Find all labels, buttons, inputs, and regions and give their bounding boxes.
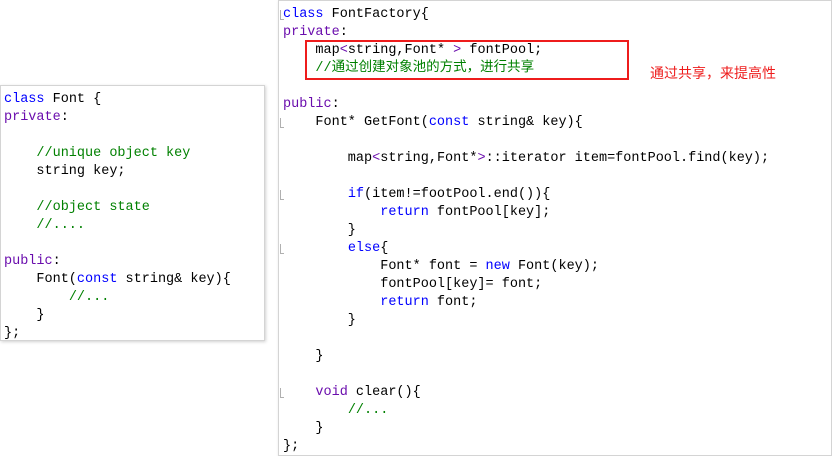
code-token: return xyxy=(380,205,429,220)
fold-marker xyxy=(280,388,284,398)
code-token: string& key){ xyxy=(469,115,583,130)
code-token: Font( xyxy=(4,272,77,287)
code-line: }; xyxy=(283,438,299,456)
code-token: string,Font* xyxy=(380,151,478,166)
code-line: } xyxy=(283,348,324,366)
code-line: Font* GetFont(const string& key){ xyxy=(283,114,583,132)
fold-marker xyxy=(280,118,284,128)
code-token: else xyxy=(347,241,381,256)
code-token: return xyxy=(380,295,429,310)
code-line: fontPool[key]= font; xyxy=(283,276,542,294)
code-token: FontFactory{ xyxy=(323,7,429,22)
code-token: private xyxy=(4,110,61,125)
code-token: Font* font = xyxy=(283,259,486,274)
code-token: class xyxy=(4,92,45,107)
code-token: //... xyxy=(68,290,110,305)
code-line: return font; xyxy=(283,294,477,312)
code-line: Font* font = new Font(key); xyxy=(283,258,599,276)
code-token: fontPool[key]; xyxy=(428,205,551,220)
code-line: //unique object key xyxy=(4,145,190,163)
code-token: public xyxy=(4,254,53,269)
code-token: fontPool[key]= font; xyxy=(283,277,543,292)
code-line: //object state xyxy=(4,199,150,217)
code-line: else{ xyxy=(283,240,389,258)
code-token: ::iterator item=fontPool.find(key); xyxy=(485,151,770,166)
code-token: } xyxy=(283,313,356,328)
code-token: (item!=footPool.end()){ xyxy=(364,187,551,202)
code-token: string key; xyxy=(4,164,126,179)
fold-marker xyxy=(280,244,284,254)
code-token: clear(){ xyxy=(347,385,421,400)
code-token: //.... xyxy=(36,218,86,233)
code-token: Font* GetFont( xyxy=(283,115,429,130)
code-line: if(item!=footPool.end()){ xyxy=(283,186,551,204)
code-token: if xyxy=(347,187,365,202)
code-panel-font-class: class Font {private: //unique object key… xyxy=(0,85,265,341)
annotation-note: 通过共享，来提高性 xyxy=(650,66,776,82)
code-line: string key; xyxy=(4,163,126,181)
code-token: //unique object key xyxy=(36,146,191,161)
code-token: : xyxy=(60,110,69,125)
code-line: }; xyxy=(4,325,20,343)
code-token: Font { xyxy=(44,92,102,107)
code-token: const xyxy=(428,115,470,130)
code-token: //object state xyxy=(36,200,150,215)
code-line: public: xyxy=(4,253,61,271)
code-token: } xyxy=(4,308,45,323)
code-line: private: xyxy=(4,109,69,127)
fold-marker xyxy=(280,190,284,200)
fold-marker xyxy=(280,10,284,20)
code-token: : xyxy=(52,254,61,269)
code-token: font; xyxy=(428,295,478,310)
code-line: } xyxy=(283,420,324,438)
code-token: }; xyxy=(4,326,21,341)
code-token: class xyxy=(283,7,324,22)
code-line: } xyxy=(283,222,356,240)
code-token: Font(key); xyxy=(509,259,599,274)
code-token: map xyxy=(283,151,373,166)
code-line: public: xyxy=(283,96,340,114)
code-line: class FontFactory{ xyxy=(283,6,429,24)
code-token: : xyxy=(339,25,348,40)
code-line: } xyxy=(4,307,45,325)
code-line: class Font { xyxy=(4,91,101,109)
code-token: new xyxy=(485,259,510,274)
code-token: } xyxy=(283,349,324,364)
code-token: void xyxy=(315,385,348,400)
code-line: //... xyxy=(283,402,389,420)
code-line: return fontPool[key]; xyxy=(283,204,550,222)
code-token: private xyxy=(283,25,340,40)
code-token: } xyxy=(283,421,324,436)
code-token: }; xyxy=(283,439,300,454)
code-token: const xyxy=(76,272,118,287)
code-token: > xyxy=(477,151,486,166)
code-line: } xyxy=(283,312,356,330)
code-line: void clear(){ xyxy=(283,384,421,402)
code-line: Font(const string& key){ xyxy=(4,271,231,289)
code-line: map<string,Font*>::iterator item=fontPoo… xyxy=(283,150,769,168)
code-token: string& key){ xyxy=(117,272,231,287)
code-token: : xyxy=(331,97,340,112)
highlight-box xyxy=(305,40,629,80)
code-token: public xyxy=(283,97,332,112)
code-token: } xyxy=(283,223,356,238)
code-token: { xyxy=(380,241,389,256)
code-line: //.... xyxy=(4,217,85,235)
code-line: //... xyxy=(4,289,110,307)
code-token: //... xyxy=(347,403,389,418)
